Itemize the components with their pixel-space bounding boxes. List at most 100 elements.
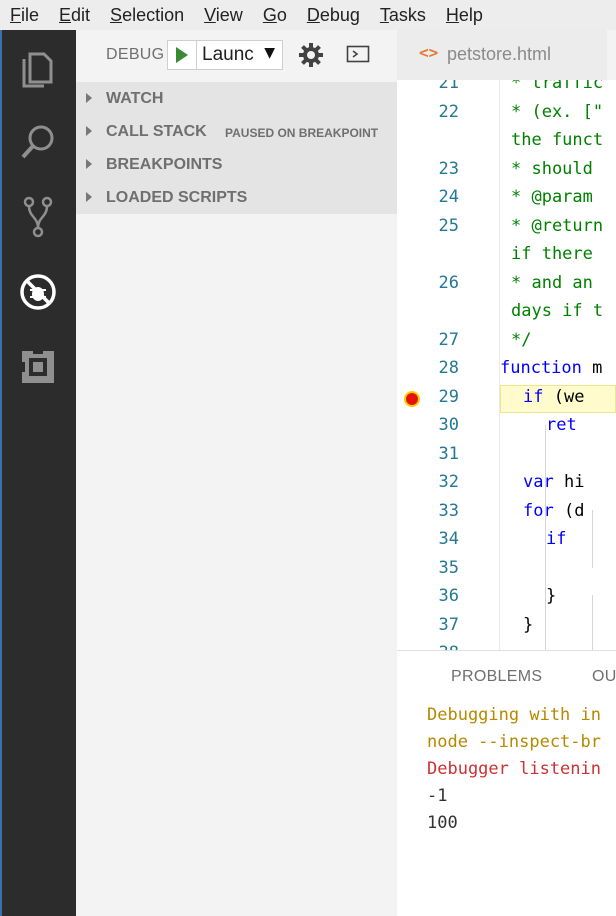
tab-output[interactable]: OU xyxy=(592,668,616,686)
chevron-right-icon xyxy=(86,126,92,136)
section-breakpoints[interactable]: BREAKPOINTS xyxy=(76,148,397,181)
line-number: 36 xyxy=(438,586,459,606)
code-text: * @param xyxy=(511,187,604,207)
tab-problems[interactable]: PROBLEMS xyxy=(451,668,542,686)
section-title: WATCH xyxy=(106,90,164,107)
debug-toolbar: DEBUG Launc ▼ xyxy=(76,30,397,82)
paused-status: PAUSED ON BREAKPOINT xyxy=(225,126,379,140)
menu-label: dit xyxy=(71,5,91,25)
menu-item[interactable]: Tasks xyxy=(370,0,436,30)
code-text: * @return xyxy=(511,215,604,236)
menu-item[interactable]: Selection xyxy=(100,0,194,30)
menu-accelerator: D xyxy=(306,5,320,25)
line-number: 31 xyxy=(438,443,459,464)
breakpoint-icon[interactable] xyxy=(404,390,420,407)
gear-icon[interactable] xyxy=(298,42,324,68)
code-line: 32 var hi xyxy=(397,470,616,498)
menu-accelerator: F xyxy=(10,5,21,25)
menu-accelerator: S xyxy=(110,5,123,25)
editor-area: <> petstore.html 21 * traffic 22 * (ex. [" t… xyxy=(397,30,616,650)
bottom-panel: PROBLEMS OU Debugging with in node --insp… xyxy=(397,651,616,916)
menu-bar: File Edit Selection View Go Debug Tasks Help xyxy=(0,0,616,30)
source-control-icon[interactable] xyxy=(14,193,62,241)
line-number: 30 xyxy=(438,415,459,435)
menu-label: ebug xyxy=(319,5,360,25)
launch-config-select[interactable]: Launc ▼ xyxy=(167,40,283,70)
code-text: * traffic xyxy=(511,80,604,93)
line-number: 34 xyxy=(438,529,459,549)
menu-item[interactable]: File xyxy=(0,0,49,30)
code-editor[interactable]: 21 * traffic 22 * (ex. [" the funct 23 * shoul… xyxy=(397,80,616,650)
section-title: LOADED SCRIPTS xyxy=(106,189,248,206)
line-number: 24 xyxy=(438,187,459,207)
menu-accelerator: T xyxy=(379,5,389,25)
chevron-right-icon xyxy=(86,192,92,202)
indent-guide xyxy=(592,510,593,568)
line-number: 32 xyxy=(438,472,459,492)
code-line: 23 * should xyxy=(397,157,616,185)
code-line: 22 * (ex. [" xyxy=(397,100,616,128)
tab-petstore-html[interactable]: <> petstore.html xyxy=(397,30,607,80)
code-line: 30 ret xyxy=(397,413,616,441)
menu-item[interactable]: Edit xyxy=(49,0,100,30)
extensions-icon[interactable] xyxy=(14,343,62,391)
menu-label: election xyxy=(122,5,185,25)
debug-icon[interactable] xyxy=(14,268,62,316)
line-number: 37 xyxy=(438,614,459,635)
line-number: 23 xyxy=(438,158,459,179)
chevron-right-icon xyxy=(86,159,92,169)
line-number: 27 xyxy=(438,329,459,350)
start-debugging-button[interactable] xyxy=(168,41,197,69)
section-loaded-scripts[interactable]: LOADED SCRIPTS xyxy=(76,181,397,214)
code-text: ret xyxy=(546,415,577,435)
code-text: if (we xyxy=(523,386,585,407)
indent-guide xyxy=(545,425,546,650)
code-line: 28 function m xyxy=(397,356,616,384)
files-icon[interactable] xyxy=(14,44,62,92)
menu-item[interactable]: Debug xyxy=(297,0,370,30)
play-icon xyxy=(176,47,188,63)
code-line: if there xyxy=(397,242,616,270)
output-line: Debugging with in xyxy=(427,705,601,725)
debug-label: DEBUG xyxy=(106,46,165,63)
line-number: 29 xyxy=(438,386,459,407)
code-line: 38 xyxy=(397,641,616,650)
code-text: days if t xyxy=(511,301,604,321)
debug-sidebar: DEBUG Launc ▼ WATCH CALL STACK PAUSED ON… xyxy=(76,30,397,916)
code-line: 36} xyxy=(397,584,616,612)
code-line: 31 xyxy=(397,442,616,470)
launch-config-value: Launc xyxy=(202,44,254,65)
section-call-stack[interactable]: CALL STACK PAUSED ON BREAKPOINT xyxy=(76,115,397,148)
code-line: 24 * @param xyxy=(397,185,616,213)
menu-label: o xyxy=(276,5,287,25)
output-line: -1 xyxy=(427,786,448,806)
section-watch[interactable]: WATCH xyxy=(76,82,397,115)
section-title: BREAKPOINTS xyxy=(106,156,223,173)
line-number: 33 xyxy=(438,500,459,521)
code-line: 25 * @return xyxy=(397,214,616,242)
line-number: 28 xyxy=(438,358,459,378)
output-line: Debugger listenin xyxy=(427,759,601,779)
code-text: the funct xyxy=(511,130,604,150)
indent-guide xyxy=(592,595,593,650)
menu-accelerator: V xyxy=(204,5,216,25)
menu-item[interactable]: Help xyxy=(436,0,493,30)
code-line: 26 * and an xyxy=(397,271,616,299)
code-line: 35 xyxy=(397,556,616,584)
code-text: if there xyxy=(511,244,604,264)
search-icon[interactable] xyxy=(14,118,62,166)
menu-item[interactable]: Go xyxy=(253,0,297,30)
menu-accelerator: H xyxy=(445,5,459,25)
code-text: } xyxy=(546,586,557,606)
line-number: 22 xyxy=(438,101,459,122)
code-line: 29 if (we xyxy=(397,384,616,413)
code-text: function m xyxy=(500,358,603,378)
output-line: 100 xyxy=(427,813,458,833)
code-text: * (ex. [" xyxy=(511,101,604,122)
menu-item[interactable]: View xyxy=(194,0,253,30)
code-text: var hi xyxy=(523,472,585,492)
html-file-icon: <> xyxy=(419,43,439,62)
section-title: CALL STACK xyxy=(106,123,207,140)
editor-tab-bar: <> petstore.html xyxy=(397,30,616,80)
debug-console-icon[interactable] xyxy=(346,44,372,66)
